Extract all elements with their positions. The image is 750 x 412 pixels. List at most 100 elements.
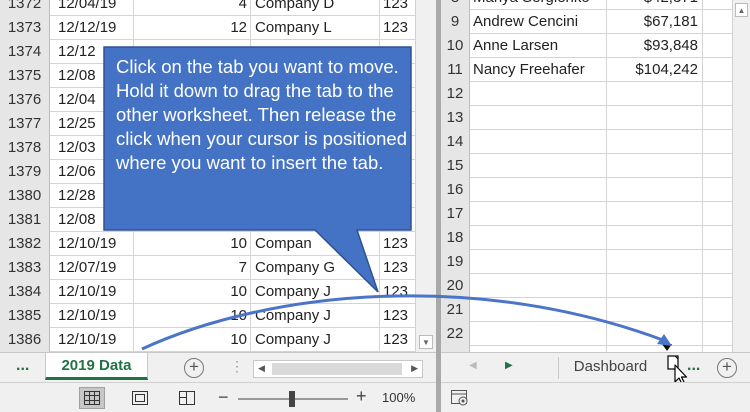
name-cell[interactable] — [470, 250, 607, 274]
row-header[interactable]: 1385 — [0, 304, 50, 328]
name-cell[interactable] — [470, 130, 607, 154]
empty-cell[interactable] — [703, 106, 732, 130]
date-cell[interactable]: 12/10/19 — [50, 232, 134, 256]
quantity-cell[interactable]: 12 — [134, 16, 251, 40]
row-header[interactable]: 16 — [441, 178, 470, 202]
left-tab-overflow-button[interactable]: ... — [16, 357, 29, 375]
amount-cell[interactable]: $93,848 — [607, 34, 703, 58]
value-cell[interactable]: 123 — [380, 328, 415, 352]
row-header[interactable]: 13 — [441, 106, 470, 130]
quantity-cell[interactable]: 10 — [134, 232, 251, 256]
empty-cell[interactable] — [703, 226, 732, 250]
date-cell[interactable]: 12/10/19 — [50, 280, 134, 304]
row-header[interactable]: 1377 — [0, 112, 50, 136]
quantity-cell[interactable] — [134, 208, 251, 232]
amount-cell[interactable] — [607, 202, 703, 226]
row-header[interactable]: 22 — [441, 322, 470, 346]
quantity-cell[interactable]: 10 — [134, 328, 251, 352]
amount-cell[interactable] — [607, 82, 703, 106]
company-cell[interactable]: Company J — [251, 328, 380, 352]
name-cell[interactable]: Andrew Cencini — [470, 10, 607, 34]
amount-cell[interactable] — [607, 154, 703, 178]
row-header[interactable]: 14 — [441, 130, 470, 154]
right-add-sheet-button[interactable]: + — [717, 358, 737, 378]
name-cell[interactable] — [470, 106, 607, 130]
date-cell[interactable]: 12/07/19 — [50, 256, 134, 280]
amount-cell[interactable]: $104,242 — [607, 58, 703, 82]
amount-cell[interactable] — [607, 298, 703, 322]
empty-cell[interactable] — [703, 58, 732, 82]
empty-cell[interactable] — [703, 298, 732, 322]
left-add-sheet-button[interactable]: + — [184, 358, 204, 378]
row-header[interactable]: 21 — [441, 298, 470, 322]
tab-bar-splitter-handle-icon[interactable]: ⋮ — [230, 358, 244, 375]
amount-cell[interactable]: $42,371 — [607, 0, 703, 10]
name-cell[interactable] — [470, 226, 607, 250]
macro-recording-icon[interactable] — [451, 390, 469, 406]
scroll-up-arrow-icon[interactable]: ▲ — [735, 3, 748, 17]
right-vertical-scrollbar[interactable]: ▲ — [732, 0, 750, 352]
amount-cell[interactable] — [607, 250, 703, 274]
row-header[interactable]: 1374 — [0, 40, 50, 64]
row-header[interactable]: 9 — [441, 10, 470, 34]
row-header[interactable]: 1373 — [0, 16, 50, 40]
company-cell[interactable]: Company D — [251, 0, 380, 16]
next-sheet-arrow-icon[interactable]: ▶ — [505, 360, 513, 371]
left-horizontal-scrollbar[interactable]: ◀ ▶ — [253, 360, 423, 378]
empty-cell[interactable] — [703, 274, 732, 298]
previous-sheet-arrow-icon[interactable]: ◀ — [469, 360, 477, 371]
value-cell[interactable] — [380, 184, 415, 208]
empty-cell[interactable] — [703, 250, 732, 274]
amount-cell[interactable] — [607, 322, 703, 346]
row-header[interactable]: 1386 — [0, 328, 50, 352]
date-cell[interactable]: 12/10/19 — [50, 304, 134, 328]
date-cell[interactable]: 12/10/19 — [50, 328, 134, 352]
row-header[interactable]: 15 — [441, 154, 470, 178]
company-cell[interactable]: Company G — [251, 256, 380, 280]
empty-cell[interactable] — [703, 202, 732, 226]
scroll-left-arrow-icon[interactable]: ◀ — [258, 363, 265, 374]
amount-cell[interactable]: $67,181 — [607, 10, 703, 34]
value-cell[interactable]: 123 — [380, 16, 415, 40]
company-cell[interactable]: Company J — [251, 280, 380, 304]
page-break-preview-button[interactable] — [174, 387, 200, 409]
empty-cell[interactable] — [703, 178, 732, 202]
empty-cell[interactable] — [703, 0, 732, 10]
date-cell[interactable]: 12/28 — [50, 184, 134, 208]
company-cell[interactable]: Company J — [251, 304, 380, 328]
value-cell[interactable]: 123 — [380, 0, 415, 16]
company-cell[interactable] — [251, 184, 380, 208]
name-cell[interactable] — [470, 82, 607, 106]
company-cell[interactable]: Company L — [251, 16, 380, 40]
empty-cell[interactable] — [703, 10, 732, 34]
zoom-in-button[interactable]: + — [356, 386, 367, 407]
amount-cell[interactable] — [607, 226, 703, 250]
zoom-slider-thumb[interactable] — [289, 391, 295, 407]
name-cell[interactable] — [470, 298, 607, 322]
company-cell[interactable]: Compan — [251, 232, 380, 256]
empty-cell[interactable] — [703, 130, 732, 154]
row-header[interactable]: 17 — [441, 202, 470, 226]
empty-cell[interactable] — [703, 34, 732, 58]
scroll-right-arrow-icon[interactable]: ▶ — [411, 363, 418, 374]
row-header[interactable]: 12 — [441, 82, 470, 106]
amount-cell[interactable] — [607, 178, 703, 202]
name-cell[interactable] — [470, 322, 607, 346]
row-header[interactable]: 1379 — [0, 160, 50, 184]
name-cell[interactable]: Anne Larsen — [470, 34, 607, 58]
value-cell[interactable]: 123 — [380, 280, 415, 304]
empty-cell[interactable] — [703, 82, 732, 106]
value-cell[interactable]: 123 — [380, 304, 415, 328]
quantity-cell[interactable] — [134, 184, 251, 208]
date-cell[interactable]: 12/04/19 — [50, 0, 134, 16]
row-header[interactable]: 20 — [441, 274, 470, 298]
row-header[interactable]: 19 — [441, 250, 470, 274]
row-header[interactable]: 1376 — [0, 88, 50, 112]
right-tab-overflow-button[interactable]: ... — [687, 357, 700, 375]
quantity-cell[interactable]: 7 — [134, 256, 251, 280]
row-header[interactable]: 1378 — [0, 136, 50, 160]
name-cell[interactable] — [470, 202, 607, 226]
row-header[interactable]: 1372 — [0, 0, 50, 16]
row-header[interactable]: 8 — [441, 0, 470, 10]
amount-cell[interactable] — [607, 130, 703, 154]
